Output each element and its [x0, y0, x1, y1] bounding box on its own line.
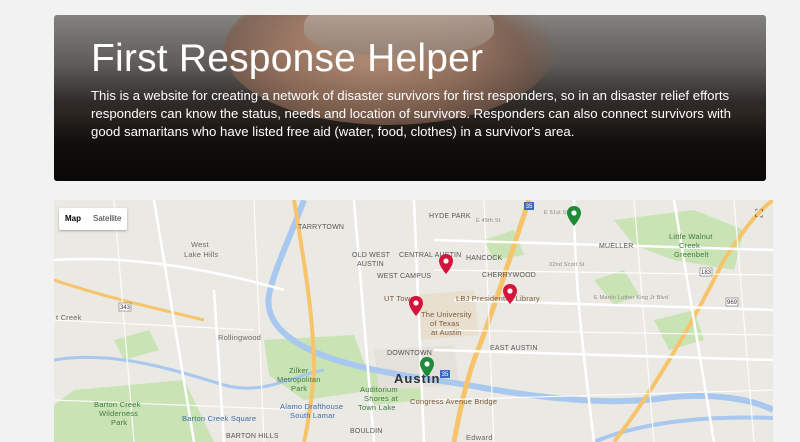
- map-type-control[interactable]: Map Satellite: [59, 208, 128, 230]
- map-label: MUELLER: [599, 243, 634, 250]
- map-label: Auditorium: [360, 385, 398, 394]
- map-label: t Creek: [56, 313, 82, 322]
- survivor-location-marker[interactable]: [439, 254, 453, 274]
- hero-banner: First Response Helper This is a website …: [54, 15, 766, 181]
- road-label: 32nd Scott St: [549, 262, 585, 268]
- map-label: Metropolitan: [277, 375, 321, 384]
- map-label: South Lamar: [290, 411, 336, 420]
- highway-shield-label: 183: [701, 270, 712, 276]
- page-title: First Response Helper: [91, 37, 484, 80]
- map-label: CHERRYWOOD: [482, 272, 536, 279]
- park-area: [114, 330, 159, 360]
- highway-shield-label: 969: [727, 300, 738, 306]
- map-label: Alamo Drafthouse: [280, 402, 344, 411]
- map-label: TARRYTOWN: [298, 224, 345, 231]
- map-label: Edward: [466, 433, 493, 442]
- map-label: Wilderness: [99, 409, 139, 418]
- map-label: BOULDIN: [350, 428, 383, 435]
- page-description: This is a website for creating a network…: [91, 88, 731, 139]
- map-label: Shores at: [364, 394, 398, 403]
- fullscreen-icon[interactable]: ⛶: [753, 208, 765, 220]
- map-label: Town Lake: [358, 403, 396, 412]
- survivor-location-marker[interactable]: [409, 296, 423, 316]
- map-label: EAST AUSTIN: [490, 345, 538, 352]
- map-label: DOWNTOWN: [387, 350, 433, 357]
- map-label: The University: [421, 310, 472, 319]
- map-label: Park: [111, 418, 128, 427]
- map-label: Rollingwood: [218, 333, 262, 342]
- map-label: Little Walnut: [669, 232, 713, 241]
- map-label: West: [191, 240, 209, 249]
- map-label: BARTON HILLS: [226, 433, 279, 440]
- map-label: AUSTIN: [357, 261, 384, 268]
- map-label: Park: [291, 384, 308, 393]
- highway-shield-label: 35: [526, 204, 533, 210]
- map-label: Barton Creek Square: [182, 414, 257, 423]
- map-label: Barton Creek: [94, 400, 141, 409]
- map-label: Zilker: [289, 366, 309, 375]
- map-label: Creek: [679, 241, 701, 250]
- map-label: at Austin: [431, 328, 462, 337]
- map-label: OLD WEST: [352, 252, 391, 259]
- map-label: HANCOCK: [466, 255, 503, 262]
- survivor-location-marker[interactable]: [503, 284, 517, 304]
- aid-location-marker[interactable]: [567, 206, 581, 226]
- highway-shield-label: 343: [120, 305, 131, 311]
- map-label: HYDE PARK: [429, 213, 471, 220]
- highway-shield-label: 35: [442, 372, 449, 378]
- survivor-map[interactable]: 35 35 343 183 969 Map Satellite ⛶ HYDE P…: [54, 200, 773, 442]
- map-label: Congress Avenue Bridge: [410, 397, 498, 406]
- aid-location-marker[interactable]: [420, 357, 434, 377]
- map-label: of Texas: [430, 319, 460, 328]
- map-label: Lake Hills: [184, 250, 219, 259]
- map-label: Greenbelt: [674, 250, 709, 259]
- map-label: LBJ Presidential Library: [456, 294, 541, 303]
- map-label: WEST CAMPUS: [377, 273, 432, 280]
- map-type-satellite-button[interactable]: Satellite: [87, 208, 127, 230]
- road-label: E 45th St: [476, 218, 501, 224]
- road-label: E Martin Luther King Jr Blvd: [594, 295, 669, 301]
- road-label: E 51st St: [544, 210, 569, 216]
- map-type-map-button[interactable]: Map: [59, 208, 87, 230]
